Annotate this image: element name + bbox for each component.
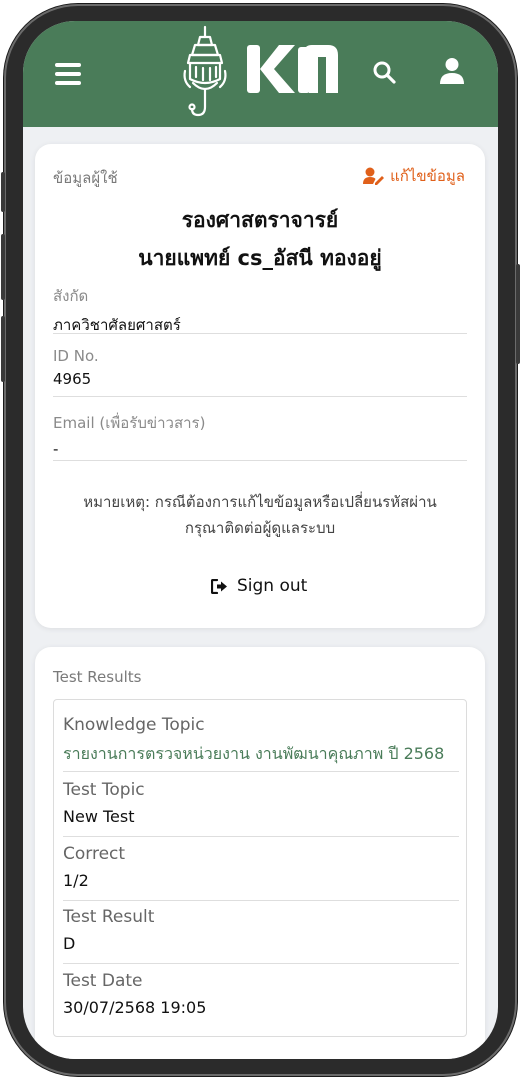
test-results-card: Test Results Knowledge Topic รายงานการตร… [35, 647, 485, 1059]
test-result-entry: Knowledge Topic รายงานการตรวจหน่วยงาน งา… [53, 699, 467, 1037]
phone-volume-up-button [1, 234, 5, 300]
sign-out-label: Sign out [237, 576, 308, 596]
app-header [23, 21, 498, 127]
field-value: 4965 [53, 370, 92, 388]
km-logo-wordmark [247, 45, 338, 93]
note-line-2: กรุณาติดต่อผู้ดูแลระบบ [184, 519, 336, 537]
affiliation-field: สังกัด ภาควิชาศัลยศาสตร์ [53, 284, 467, 334]
row-label: Correct [63, 844, 126, 864]
row-value: 1/2 [63, 871, 89, 890]
row-value: 30/07/2568 19:05 [63, 998, 207, 1017]
note-line-1: หมายเหตุ: กรณีต้องการแก้ไขข้อมูลหรือเปลี… [83, 493, 437, 511]
edit-profile-label: แก้ไขข้อมูล [390, 167, 465, 185]
hamburger-menu-icon[interactable] [55, 63, 81, 85]
sign-out-button[interactable]: Sign out [211, 576, 307, 596]
field-value: - [53, 440, 59, 458]
contact-admin-note: หมายเหตุ: กรณีต้องการแก้ไขข้อมูลหรือเปลี… [35, 489, 485, 541]
correct-row: Correct 1/2 [63, 844, 459, 901]
row-label: Test Date [63, 971, 143, 991]
test-result-row: Test Result D [63, 907, 459, 964]
search-icon[interactable] [371, 59, 397, 85]
profile-title-line-1: รองศาสตราจารย์ [181, 208, 339, 232]
phone-side-button [1, 172, 5, 212]
field-value: ภาควิชาศัลยศาสตร์ [53, 316, 181, 334]
test-topic-row: Test Topic New Test [63, 780, 459, 837]
row-label: Test Result [63, 907, 155, 927]
app-screen: ข้อมูลผู้ใช้ แก้ไขข้อมูล รองศาสตราจารย์ … [23, 21, 498, 1059]
email-field: Email (เพื่อรับข่าวสาร) - [53, 411, 467, 461]
row-label: Test Topic [63, 780, 145, 800]
user-edit-icon [363, 167, 385, 185]
row-value: D [63, 934, 76, 953]
knowledge-topic-link[interactable]: รายงานการตรวจหน่วยงาน งานพัฒนาคุณภาพ ปี … [63, 742, 459, 767]
user-icon[interactable] [439, 57, 465, 85]
field-label: สังกัด [53, 287, 89, 305]
profile-name: นายแพทย์ cs_อัสนี ทองอยู่ [138, 246, 382, 270]
phone-power-button [516, 264, 520, 364]
test-date-row: Test Date 30/07/2568 19:05 [63, 971, 459, 1028]
field-label: Email (เพื่อรับข่าวสาร) [53, 414, 206, 432]
row-value: New Test [63, 807, 135, 826]
results-section-label: Test Results [53, 668, 142, 686]
id-number-field: ID No. 4965 [53, 347, 467, 397]
profile-section-label: ข้อมูลผู้ใช้ [53, 169, 118, 187]
emblem-logo-icon [183, 25, 227, 117]
row-label: Knowledge Topic [63, 715, 205, 735]
knowledge-topic-row: Knowledge Topic รายงานการตรวจหน่วยงาน งา… [63, 715, 459, 772]
phone-volume-down-button [1, 316, 5, 382]
edit-profile-link[interactable]: แก้ไขข้อมูล [363, 164, 465, 188]
field-label: ID No. [53, 347, 99, 365]
sign-out-icon [211, 578, 227, 594]
user-profile-card: ข้อมูลผู้ใช้ แก้ไขข้อมูล รองศาสตราจารย์ … [35, 144, 485, 628]
